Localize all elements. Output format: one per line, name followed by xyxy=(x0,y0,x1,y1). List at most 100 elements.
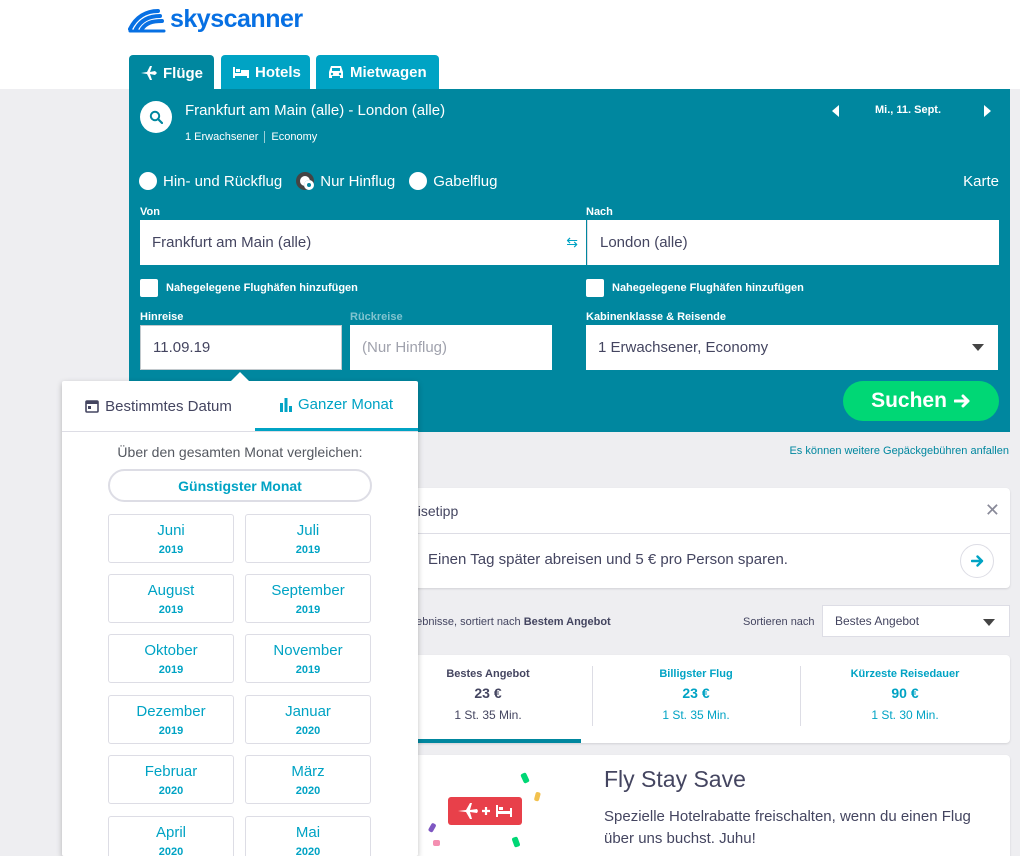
close-icon[interactable]: ✕ xyxy=(985,500,1000,521)
compare-month-text: Über den gesamten Monat vergleichen: xyxy=(117,444,363,460)
summary-duration: 1 St. 30 Min. xyxy=(871,708,939,722)
month-button[interactable]: September 2019 xyxy=(245,574,371,623)
nearby-airports-from-checkbox[interactable]: Nahegelegene Flughäfen hinzufügen xyxy=(140,279,358,297)
month-name: Juli xyxy=(296,522,320,539)
tab-whole-month[interactable]: Ganzer Monat xyxy=(255,381,418,431)
fly-stay-save-illustration xyxy=(428,772,541,848)
depart-date-value: 11.09.19 xyxy=(153,339,211,356)
return-date-placeholder: (Nur Hinflug) xyxy=(362,339,448,356)
radio-label: Nur Hinflug xyxy=(320,172,396,190)
month-year: 2019 xyxy=(295,544,321,556)
cheapest-month-button[interactable]: Günstigster Monat xyxy=(108,469,372,502)
search-summary-button[interactable] xyxy=(140,101,172,133)
return-date-input[interactable]: (Nur Hinflug) xyxy=(350,325,552,370)
summary-price: 90 € xyxy=(891,685,919,701)
month-button[interactable]: Februar 2020 xyxy=(108,755,234,804)
to-value: London (alle) xyxy=(600,234,688,251)
radio-circle xyxy=(409,172,428,190)
month-name: Dezember xyxy=(136,703,206,720)
tab-label: Mietwagen xyxy=(350,63,427,81)
month-button[interactable]: Dezember 2019 xyxy=(108,695,234,744)
chevron-down-icon xyxy=(972,344,984,351)
chevron-down-icon xyxy=(983,619,995,626)
tab-specific-date[interactable]: Bestimmtes Datum xyxy=(62,381,255,431)
month-year: 2020 xyxy=(158,785,184,797)
from-value: Frankfurt am Main (alle) xyxy=(152,234,312,251)
tab-car-hire[interactable]: Mietwagen xyxy=(316,55,439,89)
search-icon xyxy=(149,110,163,124)
summary-cheapest[interactable]: Billigster Flug 23 € 1 St. 35 Min. xyxy=(592,668,800,722)
from-input[interactable]: Frankfurt am Main (alle) ⇆ xyxy=(140,220,586,265)
divider xyxy=(264,131,266,143)
month-name: September xyxy=(271,582,345,599)
logo[interactable]: skyscanner xyxy=(128,5,303,34)
radio-label: Hin- und Rückflug xyxy=(163,172,283,190)
radio-return[interactable]: Hin- und Rückflug xyxy=(139,172,282,190)
previous-date-arrow-icon[interactable] xyxy=(832,105,839,117)
passenger-count: 1 Erwachsener xyxy=(185,131,259,143)
tab-flights[interactable]: Flüge xyxy=(129,55,214,91)
month-button[interactable]: Juli 2019 xyxy=(245,514,371,563)
month-name: August xyxy=(147,582,195,599)
checkbox-box xyxy=(586,279,604,297)
month-button[interactable]: Oktober 2019 xyxy=(108,634,234,683)
month-button[interactable]: März 2020 xyxy=(245,755,371,804)
sort-value: Bestes Angebot xyxy=(835,614,920,628)
summary-title: Kürzeste Reisedauer xyxy=(850,668,960,680)
return-label: Rückreise xyxy=(350,311,403,323)
month-button[interactable]: Januar 2020 xyxy=(245,695,371,744)
month-year: 2019 xyxy=(158,544,184,556)
to-input[interactable]: London (alle) xyxy=(587,220,999,265)
plane-icon xyxy=(141,66,157,80)
trip-type-group: Hin- und Rückflug Nur Hinflug Gabelflug xyxy=(139,172,511,190)
month-button[interactable]: August 2019 xyxy=(108,574,234,623)
radio-multi-city[interactable]: Gabelflug xyxy=(409,172,497,190)
month-year: 2019 xyxy=(295,604,321,616)
map-link[interactable]: Karte xyxy=(963,173,999,190)
results-prefix: gebnisse, sortiert nach xyxy=(410,616,524,628)
bed-icon xyxy=(233,66,249,78)
route-subtitle: 1 Erwachsener Economy xyxy=(185,131,317,143)
month-button[interactable]: Mai 2020 xyxy=(245,816,371,856)
swap-icon[interactable]: ⇆ xyxy=(566,234,578,251)
results-sort-info: gebnisse, sortiert nach Bestem Angebot xyxy=(410,616,611,628)
cabin-travellers-label: Kabinenklasse & Reisende xyxy=(586,311,727,323)
route-title: Frankfurt am Main (alle) - London (alle) xyxy=(185,102,446,119)
promo-text: Spezielle Hotelrabatte freischalten, wen… xyxy=(604,808,971,847)
baggage-fee-link[interactable]: Es können weitere Gepäckgebühren anfalle… xyxy=(789,445,1009,457)
tab-label: Ganzer Monat xyxy=(297,396,394,413)
month-name: November xyxy=(273,642,343,659)
from-label: Von xyxy=(140,206,160,218)
active-summary-indicator xyxy=(410,739,581,743)
depart-label: Hinreise xyxy=(140,311,184,323)
checkbox-label: Nahegelegene Flughäfen hinzufügen xyxy=(612,282,804,294)
cabin-travellers-select[interactable]: 1 Erwachsener, Economy xyxy=(586,325,998,370)
month-button[interactable]: November 2019 xyxy=(245,634,371,683)
radio-circle-selected xyxy=(296,172,315,190)
cabin-class: Economy xyxy=(271,131,318,143)
radio-one-way[interactable]: Nur Hinflug xyxy=(296,172,395,190)
radio-circle xyxy=(139,172,157,190)
tab-hotels[interactable]: Hotels xyxy=(221,55,310,89)
nearby-airports-to-checkbox[interactable]: Nahegelegene Flughäfen hinzufügen xyxy=(586,279,804,297)
month-year: 2020 xyxy=(158,846,184,856)
month-button[interactable]: April 2020 xyxy=(108,816,234,856)
radio-label: Gabelflug xyxy=(433,172,498,190)
search-button[interactable]: Suchen xyxy=(843,381,999,421)
next-date-arrow-icon[interactable] xyxy=(984,105,991,117)
tip-go-button[interactable] xyxy=(960,544,994,578)
month-name: Mai xyxy=(295,824,321,841)
popover-pointer xyxy=(230,372,250,382)
tab-label: Flüge xyxy=(163,64,203,82)
to-label: Nach xyxy=(586,206,613,218)
sort-select[interactable]: Bestes Angebot xyxy=(822,605,1010,637)
results-sort-bold: Bestem Angebot xyxy=(523,616,611,628)
month-button[interactable]: Juni 2019 xyxy=(108,514,234,563)
cabin-travellers-value: 1 Erwachsener, Economy xyxy=(598,339,769,356)
summary-duration: 1 St. 35 Min. xyxy=(662,708,730,722)
checkbox-label: Nahegelegene Flughäfen hinzufügen xyxy=(166,282,358,294)
summary-fastest[interactable]: Kürzeste Reisedauer 90 € 1 St. 30 Min. xyxy=(801,668,1009,722)
month-name: Oktober xyxy=(144,642,198,659)
skyscanner-logo-icon xyxy=(128,8,166,32)
depart-date-input[interactable]: 11.09.19 xyxy=(140,325,342,370)
